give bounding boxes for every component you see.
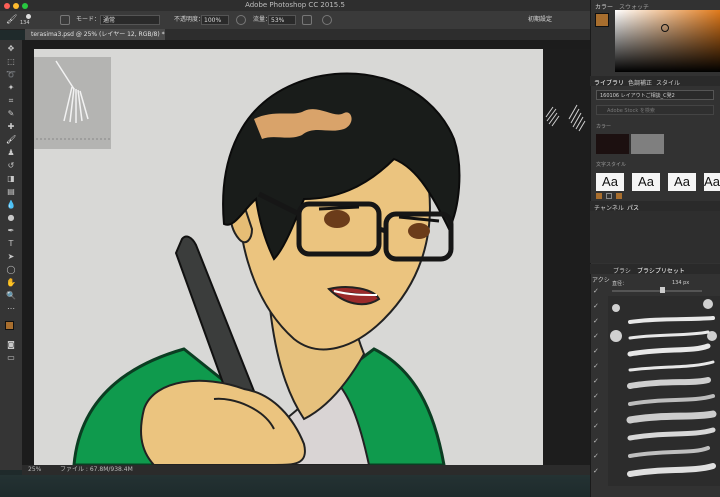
text-style-sample-1[interactable]: Aa (596, 173, 624, 191)
library-colors-heading: カラー (596, 124, 612, 130)
opacity-input[interactable]: 100% (201, 15, 229, 25)
action-visibility-icon[interactable]: ✓ (593, 318, 600, 325)
library-color-swatch-2[interactable] (631, 134, 664, 154)
diameter-label: 直径： (612, 281, 628, 287)
desktop-background (0, 475, 590, 497)
eraser-tool-icon[interactable]: ◨ (6, 174, 16, 184)
brush-tool-icon[interactable]: 🖌 (6, 135, 16, 145)
tab-brush-presets[interactable]: ブラシプリセット (637, 266, 685, 275)
pasteboard (543, 49, 590, 465)
library-footer-color (616, 193, 622, 199)
action-visibility-icon[interactable]: ✓ (593, 423, 600, 430)
options-bar: 🖌 134 モード： 通常 不透明度： 100% 流量： 53% 初期設定 (0, 11, 590, 30)
gradient-tool-icon[interactable]: ▤ (6, 187, 16, 197)
more-tools-icon[interactable]: ⋯ (6, 304, 16, 314)
marquee-tool-icon[interactable]: ⬚ (6, 57, 16, 67)
dodge-tool-icon[interactable]: ● (6, 213, 16, 223)
mode-label: モード： (76, 16, 101, 23)
pasteboard-marks (545, 104, 586, 132)
window-title: Adobe Photoshop CC 2015.5 (245, 1, 345, 9)
library-search-input[interactable]: Adobe Stock を検索 (596, 105, 714, 115)
diameter-slider[interactable] (612, 290, 702, 292)
diameter-value[interactable]: 134 px (672, 280, 689, 286)
quick-mask-icon[interactable]: ◙ (6, 340, 16, 350)
library-footer-swatch (596, 193, 602, 199)
zoom-tool-icon[interactable]: 🔍 (6, 291, 16, 301)
action-visibility-icon[interactable]: ✓ (593, 393, 600, 400)
pressure-size-icon[interactable] (322, 15, 332, 25)
blur-tool-icon[interactable]: 💧 (6, 200, 16, 210)
library-add-icon[interactable] (606, 193, 612, 199)
action-visibility-icon[interactable]: ✓ (593, 363, 600, 370)
zoom-level[interactable]: 25% (28, 465, 41, 475)
status-bar: 25% ファイル : 67.8M/938.4M (22, 465, 590, 475)
brush-preset-list[interactable] (608, 296, 720, 486)
brush-size-value: 134 (20, 20, 30, 26)
flow-input[interactable]: 53% (268, 15, 296, 25)
shape-tool-icon[interactable]: ◯ (6, 265, 16, 275)
type-tool-icon[interactable]: T (6, 239, 16, 249)
path-selection-tool-icon[interactable]: ➤ (6, 252, 16, 262)
text-style-sample-2[interactable]: Aa (632, 173, 660, 191)
tab-adjustments[interactable]: 色調補正 (628, 78, 652, 87)
library-text-styles-heading: 文字スタイル (596, 162, 627, 168)
action-visibility-icon[interactable]: ✓ (593, 303, 600, 310)
pen-tool-icon[interactable]: ✒ (6, 226, 16, 236)
foreground-color-swatch[interactable] (5, 321, 14, 330)
file-size-info: ファイル : 67.8M/938.4M (60, 466, 133, 473)
hand-tool-icon[interactable]: ✋ (6, 278, 16, 288)
text-style-sample-4[interactable]: Aa (704, 173, 720, 191)
move-tool-icon[interactable]: ✥ (6, 44, 16, 54)
tab-libraries[interactable]: ライブラリ (594, 78, 624, 87)
panel-foreground-swatch[interactable] (595, 13, 609, 27)
opacity-label: 不透明度： (174, 16, 205, 23)
tab-styles[interactable]: スタイル (656, 78, 680, 87)
action-visibility-icon[interactable]: ✓ (593, 438, 600, 445)
text-style-sample-3[interactable]: Aa (668, 173, 696, 191)
action-visibility-icon[interactable]: ✓ (593, 453, 600, 460)
tools-panel: ✥ ⬚ ➰ ✦ ⌗ ✎ ✚ 🖌 ♟ ↺ ◨ ▤ 💧 ● ✒ T ➤ ◯ ✋ 🔍 … (0, 40, 23, 470)
lasso-tool-icon[interactable]: ➰ (6, 70, 16, 80)
color-picker-field[interactable] (615, 10, 720, 72)
action-visibility-icon[interactable]: ✓ (593, 378, 600, 385)
color-picker-cursor[interactable] (661, 24, 669, 32)
clone-stamp-tool-icon[interactable]: ♟ (6, 148, 16, 158)
crop-tool-icon[interactable]: ⌗ (6, 96, 16, 106)
tab-actions[interactable]: アクシ (592, 275, 610, 284)
magic-wand-tool-icon[interactable]: ✦ (6, 83, 16, 93)
action-visibility-icon[interactable]: ✓ (593, 468, 600, 475)
document-canvas[interactable] (34, 49, 543, 465)
brush-tool-icon[interactable]: 🖌 (6, 14, 17, 26)
airbrush-icon[interactable] (302, 15, 312, 25)
action-visibility-icon[interactable]: ✓ (593, 348, 600, 355)
brush-preset-picker[interactable]: 134 (20, 13, 42, 27)
brush-panel-toggle-icon[interactable] (60, 15, 70, 25)
eyedropper-tool-icon[interactable]: ✎ (6, 109, 16, 119)
tab-brush[interactable]: ブラシ (613, 266, 631, 275)
brush-strokes-preview (610, 299, 717, 477)
action-visibility-icon[interactable]: ✓ (593, 333, 600, 340)
healing-brush-tool-icon[interactable]: ✚ (6, 122, 16, 132)
mode-select[interactable]: 通常 (100, 15, 160, 25)
pressure-opacity-icon[interactable] (236, 15, 246, 25)
paths-panel-body (590, 211, 720, 263)
diameter-slider-handle[interactable] (660, 287, 665, 293)
library-select[interactable]: 160106 レイアウトご相談_C発2 (596, 90, 714, 100)
library-color-swatch-1[interactable] (596, 134, 629, 154)
screen-mode-icon[interactable]: ▭ (6, 353, 16, 363)
workspace-switcher[interactable]: 初期設定 (520, 15, 560, 25)
action-visibility-icon[interactable]: ✓ (593, 288, 600, 295)
artwork-illustration (34, 57, 461, 465)
action-visibility-icon[interactable]: ✓ (593, 408, 600, 415)
history-brush-tool-icon[interactable]: ↺ (6, 161, 16, 171)
tab-color[interactable]: カラー (595, 2, 613, 11)
document-tab[interactable]: terasima3.psd @ 25% (レイヤー 12, RGB/8) * (25, 29, 165, 40)
